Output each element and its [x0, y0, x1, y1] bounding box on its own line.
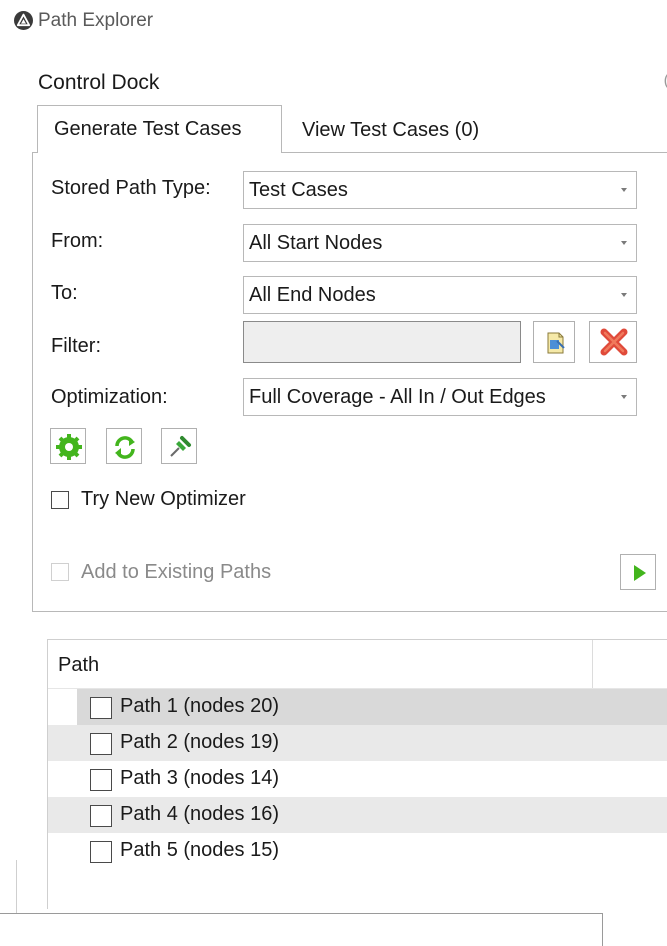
to-select[interactable]: All End Nodes: [243, 276, 637, 314]
table-row[interactable]: Path 5 (nodes 15): [48, 833, 667, 869]
try-new-optimizer-checkbox[interactable]: [51, 491, 69, 509]
row-checkbox[interactable]: [90, 841, 112, 863]
generate-panel: Stored Path Type: Test Cases From: All S…: [32, 152, 667, 612]
chevron-down-icon: [621, 293, 627, 297]
filter-input[interactable]: [243, 321, 521, 363]
tab-view-test-cases[interactable]: View Test Cases (0): [302, 118, 479, 152]
refresh-icon: [115, 436, 135, 459]
from-label: From:: [51, 230, 104, 252]
try-new-optimizer-label: Try New Optimizer: [81, 488, 246, 510]
row-checkbox[interactable]: [90, 805, 112, 827]
edit-filter-icon: [547, 332, 565, 354]
column-separator[interactable]: [592, 640, 593, 688]
chevron-down-icon: [621, 395, 627, 399]
row-label: Path 3 (nodes 14): [120, 767, 279, 789]
add-to-existing-label: Add to Existing Paths: [81, 561, 272, 583]
run-button[interactable]: [620, 554, 656, 590]
row-label: Path 5 (nodes 15): [120, 839, 279, 861]
row-label: Path 2 (nodes 19): [120, 731, 279, 753]
pin-icon: [170, 436, 191, 457]
row-label: Path 4 (nodes 16): [120, 803, 279, 825]
to-value: All End Nodes: [249, 284, 376, 306]
path-explorer-window: Path Explorer Control Dock ( Generate Te…: [0, 0, 667, 946]
generate-button[interactable]: [50, 428, 86, 464]
edit-filter-button[interactable]: [533, 321, 575, 363]
to-label: To:: [51, 282, 78, 304]
stored-path-type-label: Stored Path Type:: [51, 177, 211, 199]
optimization-select[interactable]: Full Coverage - All In / Out Edges: [243, 378, 637, 416]
window-title: Path Explorer: [38, 10, 154, 31]
table-row[interactable]: Path 3 (nodes 14): [48, 761, 667, 797]
from-select[interactable]: All Start Nodes: [243, 224, 637, 262]
row-checkbox[interactable]: [90, 697, 112, 719]
path-grid: Path Path 1 (nodes 20) Path 2 (nodes 19)…: [47, 639, 667, 909]
chevron-down-icon: [621, 241, 627, 245]
row-checkbox[interactable]: [90, 769, 112, 791]
close-icon: [600, 328, 628, 356]
play-icon: [634, 565, 646, 581]
app-logo-icon: [14, 11, 33, 30]
left-divider: [16, 860, 17, 920]
filter-label: Filter:: [51, 335, 101, 357]
grid-header: Path: [48, 640, 667, 689]
stored-path-type-select[interactable]: Test Cases: [243, 171, 637, 209]
path-column-header[interactable]: Path: [58, 654, 99, 677]
table-row[interactable]: Path 1 (nodes 20): [48, 689, 667, 725]
from-value: All Start Nodes: [249, 232, 383, 254]
tab-label: Generate Test Cases: [54, 118, 242, 140]
row-indent: [48, 689, 77, 725]
dock-title: Control Dock: [38, 71, 160, 94]
stored-path-type-value: Test Cases: [249, 179, 348, 201]
gear-icon: [56, 434, 82, 460]
pin-button[interactable]: [161, 428, 197, 464]
bottom-panel: [0, 913, 603, 946]
title-bar: Path Explorer: [0, 0, 667, 42]
table-row[interactable]: Path 2 (nodes 19): [48, 725, 667, 761]
optimization-label: Optimization:: [51, 386, 168, 408]
row-checkbox[interactable]: [90, 733, 112, 755]
row-label: Path 1 (nodes 20): [120, 695, 279, 717]
clear-filter-button[interactable]: [589, 321, 637, 363]
table-row[interactable]: Path 4 (nodes 16): [48, 797, 667, 833]
refresh-button[interactable]: [106, 428, 142, 464]
optimization-value: Full Coverage - All In / Out Edges: [249, 386, 546, 408]
chevron-down-icon: [621, 188, 627, 192]
tab-generate-test-cases[interactable]: Generate Test Cases: [37, 105, 282, 153]
add-to-existing-checkbox[interactable]: [51, 563, 69, 581]
tab-label: View Test Cases (0): [302, 119, 480, 141]
